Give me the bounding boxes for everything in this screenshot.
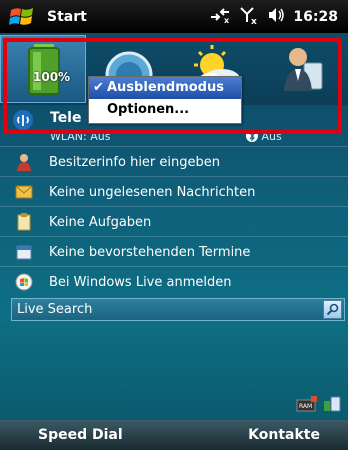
window-title: Start: [47, 8, 87, 25]
list-item-label: Keine Aufgaben: [49, 214, 152, 230]
list-item-label: Keine ungelesenen Nachrichten: [49, 184, 256, 200]
svg-text:RAM: RAM: [299, 403, 312, 410]
menu-item-label: Ausblendmodus: [107, 80, 224, 95]
svg-text:x: x: [224, 16, 230, 23]
list-item-appointments[interactable]: Keine bevorstehenden Termine: [0, 236, 348, 267]
user-icon: [15, 153, 33, 171]
list-item-label: Keine bevorstehenden Termine: [49, 244, 251, 260]
device-icon[interactable]: [322, 395, 342, 413]
context-menu: ✔ Ausblendmodus Optionen...: [88, 76, 242, 124]
live-search-bar: Live Search: [11, 298, 345, 321]
windows-flag-icon[interactable]: [9, 4, 35, 30]
search-input[interactable]: Live Search: [12, 302, 323, 317]
list-item-label: Bei Windows Live anmelden: [49, 274, 232, 290]
clipboard-icon: [15, 213, 33, 231]
envelope-icon: [15, 183, 33, 201]
softkey-bar: Speed Dial Kontakte: [0, 420, 348, 450]
connectivity-icon[interactable]: x: [209, 7, 231, 27]
bluetooth-label: Aus: [261, 130, 282, 143]
softkey-speed-dial[interactable]: Speed Dial: [38, 427, 123, 443]
bluetooth-status: Aus: [246, 130, 282, 143]
checkmark-icon: ✔: [93, 80, 104, 95]
battery-percent: 100%: [33, 70, 71, 84]
menu-item-ausblendmodus[interactable]: ✔ Ausblendmodus: [89, 77, 241, 99]
list-item-label: Besitzerinfo hier eingeben: [49, 154, 220, 170]
phone-label: Tele: [50, 110, 82, 126]
list-item-owner-info[interactable]: Besitzerinfo hier eingeben: [0, 146, 348, 177]
windows-live-icon: [15, 273, 33, 291]
clock[interactable]: 16:28: [293, 9, 338, 25]
ram-icon[interactable]: RAM: [296, 395, 318, 413]
menu-item-optionen[interactable]: Optionen...: [89, 99, 241, 121]
search-button[interactable]: [323, 300, 342, 319]
bluetooth-icon: [246, 130, 258, 142]
list-item-messages[interactable]: Keine ungelesenen Nachrichten: [0, 176, 348, 207]
softkey-contacts[interactable]: Kontakte: [248, 427, 320, 443]
contact-card-icon: [284, 48, 323, 91]
signal-off-icon[interactable]: x: [239, 6, 259, 28]
calendar-icon: [15, 243, 33, 261]
menu-item-label: Optionen...: [107, 102, 190, 117]
svg-text:x: x: [251, 17, 257, 24]
list-item-windows-live[interactable]: Bei Windows Live anmelden: [0, 266, 348, 297]
volume-icon[interactable]: [267, 7, 285, 27]
title-bar: Start x x 16:28: [0, 0, 348, 33]
system-tray: RAM: [296, 395, 342, 413]
contacts-plugin[interactable]: [258, 35, 344, 103]
phone-antenna-icon: [13, 110, 33, 130]
search-icon: [326, 303, 339, 316]
list-item-tasks[interactable]: Keine Aufgaben: [0, 206, 348, 237]
battery-plugin[interactable]: 100%: [0, 35, 86, 103]
wlan-status: WLAN: Aus: [50, 130, 111, 143]
